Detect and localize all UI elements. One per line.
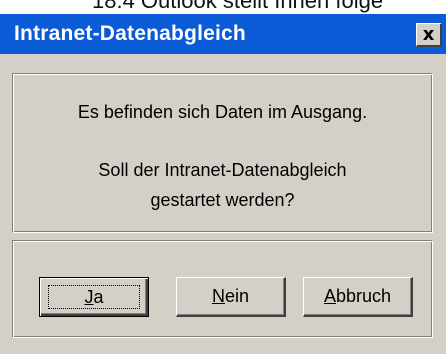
button-panel: Ja Nein Abbruch — [12, 240, 433, 338]
title-bar: Intranet-Datenabgleich x — [0, 14, 446, 54]
no-accelerator: N — [211, 286, 225, 306]
close-icon: x — [422, 24, 435, 45]
yes-button-label: Ja — [84, 287, 103, 308]
cancel-button[interactable]: Abbruch — [303, 277, 413, 317]
message-question-line2: gestartet werden? — [150, 190, 295, 210]
intranet-sync-dialog: Intranet-Datenabgleich x Es befinden sic… — [0, 14, 446, 354]
message-panel: Es befinden sich Daten im Ausgang. Soll … — [12, 73, 433, 233]
message-outbox-notice: Es befinden sich Daten im Ausgang. — [77, 102, 368, 122]
close-button[interactable]: x — [416, 23, 442, 47]
yes-button[interactable]: Ja — [39, 277, 149, 317]
background-document-text: 18.4 Outlook stellt Ihnen folge — [92, 0, 384, 13]
dialog-title: Intranet-Datenabgleich — [14, 22, 246, 45]
cancel-button-label: Abbruch — [324, 286, 391, 307]
message-question-line1: Soll der Intranet-Datenabgleich — [98, 160, 347, 180]
no-label-rest: ein — [224, 286, 250, 306]
cancel-accelerator: A — [323, 286, 336, 306]
no-button-label: Nein — [212, 286, 249, 307]
cancel-label-rest: bbruch — [335, 286, 392, 306]
no-button[interactable]: Nein — [176, 277, 286, 317]
yes-label-rest: a — [93, 286, 104, 307]
